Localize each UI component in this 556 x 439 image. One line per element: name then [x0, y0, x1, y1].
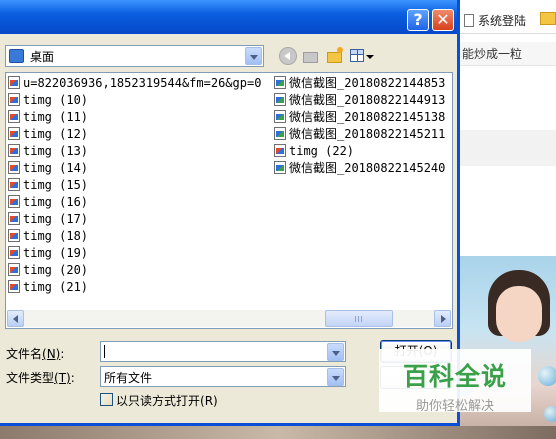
readonly-checkbox-label[interactable]: 以只读方式打开(R)	[116, 392, 218, 409]
image-file-icon	[274, 127, 286, 140]
file-item[interactable]: timg (11)	[8, 109, 261, 126]
file-name: timg (14)	[23, 161, 89, 175]
file-name: timg (12)	[23, 127, 89, 141]
file-item[interactable]: timg (16)	[8, 194, 261, 211]
file-item[interactable]: timg (15)	[8, 177, 261, 194]
image-file-icon	[274, 161, 286, 174]
background-panel	[458, 130, 556, 166]
file-name: u=822036936,1852319544&fm=26&gp=0	[23, 76, 262, 90]
close-button[interactable]: ✕	[432, 9, 454, 31]
document-icon	[464, 14, 474, 27]
up-folder-icon[interactable]	[302, 47, 320, 65]
file-name-label: 文件名(N):	[6, 347, 65, 361]
image-file-icon	[8, 195, 20, 208]
file-item[interactable]: timg (17)	[8, 211, 261, 228]
file-item[interactable]: timg (21)	[8, 279, 261, 296]
file-name: 微信截图_20180822144853	[289, 76, 446, 90]
file-name: 微信截图_20180822145138	[289, 110, 446, 124]
file-name: timg (10)	[23, 93, 89, 107]
image-file-icon	[8, 280, 20, 293]
file-column-2: 微信截图_20180822144853 微信截图_20180822144913 …	[274, 75, 445, 177]
image-file-icon	[8, 178, 20, 191]
file-item[interactable]: timg (13)	[8, 143, 261, 160]
file-type-value: 所有文件	[104, 371, 153, 385]
file-name: timg (16)	[23, 195, 89, 209]
file-item[interactable]: u=822036936,1852319544&fm=26&gp=0	[8, 75, 261, 92]
file-item[interactable]: timg (12)	[8, 126, 261, 143]
file-name: timg (19)	[23, 246, 89, 260]
file-name: timg (15)	[23, 178, 89, 192]
file-item[interactable]: 微信截图_20180822144853	[274, 75, 445, 92]
watermark-subtitle: 助你轻松解决	[415, 399, 494, 414]
folder-icon[interactable]	[540, 12, 556, 25]
file-item[interactable]: 微信截图_20180822145240	[274, 160, 445, 177]
scroll-left-icon[interactable]	[7, 310, 24, 327]
file-item[interactable]: timg (10)	[8, 92, 261, 109]
file-item[interactable]: timg (19)	[8, 245, 261, 262]
file-item[interactable]: timg (14)	[8, 160, 261, 177]
image-file-icon	[274, 93, 286, 106]
image-file-icon	[8, 93, 20, 106]
file-name: 微信截图_20180822145240	[289, 161, 446, 175]
desktop-icon	[9, 49, 24, 63]
new-folder-icon[interactable]	[326, 47, 344, 65]
image-file-icon	[8, 110, 20, 123]
file-item[interactable]: 微信截图_20180822145138	[274, 109, 445, 126]
file-name: timg (18)	[23, 229, 89, 243]
text-caret	[104, 345, 105, 358]
back-icon[interactable]	[279, 47, 297, 65]
dialog-titlebar[interactable]: ? ✕	[0, 0, 457, 34]
file-type-label: 文件类型(T):	[6, 371, 75, 385]
scrollbar-thumb[interactable]	[325, 310, 393, 327]
image-file-icon	[274, 144, 286, 157]
file-list[interactable]: u=822036936,1852319544&fm=26&gp=0 timg (…	[5, 72, 453, 329]
file-item[interactable]: 微信截图_20180822145211	[274, 126, 445, 143]
background-bottom-image	[0, 426, 556, 439]
image-file-icon	[8, 212, 20, 225]
image-file-icon	[8, 161, 20, 174]
file-name: timg (20)	[23, 263, 89, 277]
file-name: timg (11)	[23, 110, 89, 124]
file-name-input[interactable]	[100, 341, 346, 362]
file-type-dropdown[interactable]: 所有文件	[100, 366, 346, 387]
file-item[interactable]: 微信截图_20180822144913	[274, 92, 445, 109]
photo-face	[496, 286, 542, 342]
image-file-icon	[8, 229, 20, 242]
image-file-icon	[8, 76, 20, 89]
image-file-icon	[274, 110, 286, 123]
bubble-icon	[544, 406, 556, 422]
chevron-down-icon[interactable]	[327, 368, 344, 386]
image-file-icon	[8, 263, 20, 276]
bookmark-tab-label: 系统登陆	[478, 14, 527, 28]
watermark-logo: 百科全说 助你轻松解决	[379, 349, 531, 414]
file-name: timg (22)	[289, 144, 355, 158]
file-item[interactable]: timg (22)	[274, 143, 445, 160]
look-in-value: 桌面	[30, 50, 55, 64]
horizontal-scrollbar[interactable]	[7, 310, 451, 327]
file-name: timg (13)	[23, 144, 89, 158]
readonly-checkbox[interactable]	[100, 393, 113, 406]
file-name: 微信截图_20180822145211	[289, 127, 446, 141]
image-file-icon	[274, 76, 286, 89]
watermark-title: 百科全说	[402, 362, 507, 391]
chevron-down-icon[interactable]	[327, 343, 344, 361]
scroll-right-icon[interactable]	[434, 310, 451, 327]
file-name: timg (21)	[23, 280, 89, 294]
bookmark-tab[interactable]: 系统登陆	[464, 12, 526, 30]
help-button[interactable]: ?	[407, 9, 429, 31]
image-file-icon	[8, 246, 20, 259]
file-item[interactable]: timg (18)	[8, 228, 261, 245]
file-column-1: u=822036936,1852319544&fm=26&gp=0 timg (…	[8, 75, 261, 296]
image-file-icon	[8, 127, 20, 140]
view-menu-icon[interactable]	[350, 47, 374, 65]
file-name: timg (17)	[23, 212, 89, 226]
file-name: 微信截图_20180822144913	[289, 93, 446, 107]
file-item[interactable]: timg (20)	[8, 262, 261, 279]
look-in-dropdown[interactable]: 桌面	[5, 45, 264, 67]
article-snippet: 能炒成一粒	[462, 47, 523, 61]
bubble-icon	[538, 366, 556, 386]
image-file-icon	[8, 144, 20, 157]
chevron-down-icon[interactable]	[245, 47, 262, 65]
